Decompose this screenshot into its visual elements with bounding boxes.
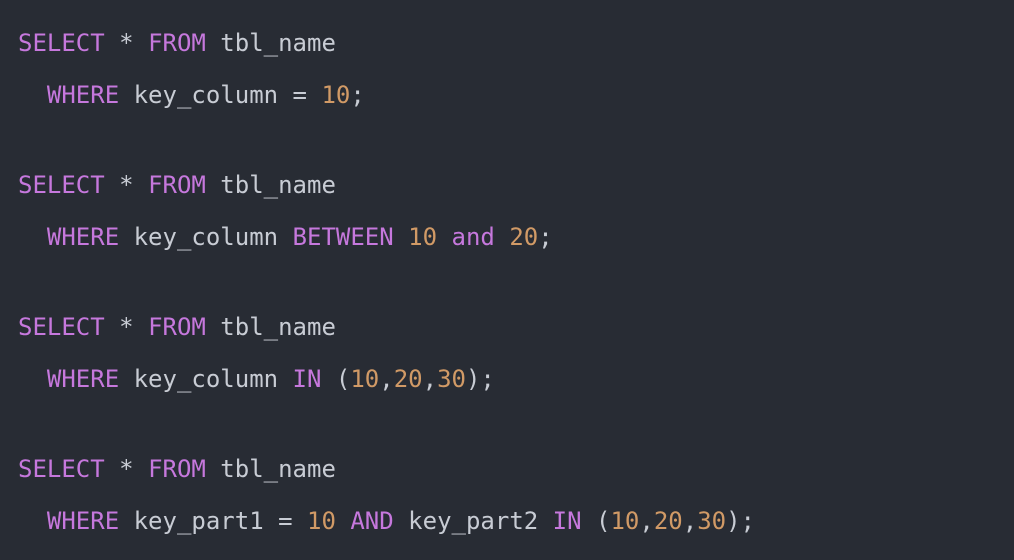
- code-text: *: [104, 455, 149, 483]
- sql-keyword: SELECT: [18, 313, 105, 341]
- code-line-6: WHERE key_column IN (10,20,30);: [18, 364, 495, 394]
- code-line-5: SELECT * FROM tbl_name: [18, 312, 336, 342]
- sql-keyword: AND: [350, 507, 394, 535]
- sql-keyword: SELECT: [18, 171, 105, 199]
- punctuation: );: [726, 507, 756, 535]
- sql-keyword: FROM: [148, 171, 206, 199]
- sql-keyword: FROM: [148, 313, 206, 341]
- number-literal: 20: [509, 223, 539, 251]
- sql-keyword: BETWEEN: [292, 223, 394, 251]
- number-literal: 10: [408, 223, 438, 251]
- code-line-7: SELECT * FROM tbl_name: [18, 454, 336, 484]
- code-line-2: WHERE key_column = 10;: [18, 80, 365, 110]
- sql-code-block: SELECT * FROM tbl_name WHERE key_column …: [0, 0, 1014, 560]
- number-literal: 20: [393, 365, 423, 393]
- code-line-1: SELECT * FROM tbl_name: [18, 28, 336, 58]
- code-text: key_part1 =: [119, 507, 307, 535]
- punctuation: ,: [422, 365, 438, 393]
- sql-keyword: and: [451, 223, 495, 251]
- sql-keyword: WHERE: [46, 223, 120, 251]
- sql-keyword: SELECT: [18, 29, 105, 57]
- number-literal: 20: [653, 507, 683, 535]
- number-literal: 30: [437, 365, 466, 393]
- code-text: (: [581, 507, 611, 535]
- code-text: (: [321, 365, 351, 393]
- punctuation: ,: [639, 507, 654, 535]
- code-line-4: WHERE key_column BETWEEN 10 and 20;: [18, 222, 553, 252]
- code-line-8: WHERE key_part1 = 10 AND key_part2 IN (1…: [18, 506, 755, 536]
- code-text: tbl_name: [205, 29, 336, 57]
- code-text: key_column: [119, 365, 293, 393]
- punctuation: );: [465, 365, 495, 393]
- code-line-3: SELECT * FROM tbl_name: [18, 170, 336, 200]
- punctuation: ,: [379, 365, 394, 393]
- code-text: *: [104, 29, 149, 57]
- sql-keyword: WHERE: [46, 507, 120, 535]
- punctuation: ;: [538, 223, 553, 251]
- punctuation: ;: [350, 81, 365, 109]
- sql-keyword: FROM: [148, 29, 206, 57]
- sql-keyword: SELECT: [18, 455, 105, 483]
- number-literal: 10: [350, 365, 380, 393]
- sql-keyword: IN: [292, 365, 322, 393]
- code-text: tbl_name: [205, 313, 336, 341]
- sql-keyword: IN: [552, 507, 582, 535]
- punctuation: ,: [682, 507, 698, 535]
- sql-keyword: WHERE: [46, 365, 120, 393]
- number-literal: 10: [321, 81, 351, 109]
- code-text: tbl_name: [205, 455, 336, 483]
- code-text: *: [104, 313, 149, 341]
- code-text: key_part2: [393, 507, 553, 535]
- code-text: *: [104, 171, 149, 199]
- number-literal: 10: [307, 507, 336, 535]
- sql-keyword: WHERE: [46, 81, 120, 109]
- number-literal: 10: [610, 507, 640, 535]
- code-text: key_column =: [119, 81, 322, 109]
- sql-keyword: FROM: [148, 455, 206, 483]
- code-text: tbl_name: [205, 171, 336, 199]
- code-text: key_column: [119, 223, 293, 251]
- number-literal: 30: [697, 507, 727, 535]
